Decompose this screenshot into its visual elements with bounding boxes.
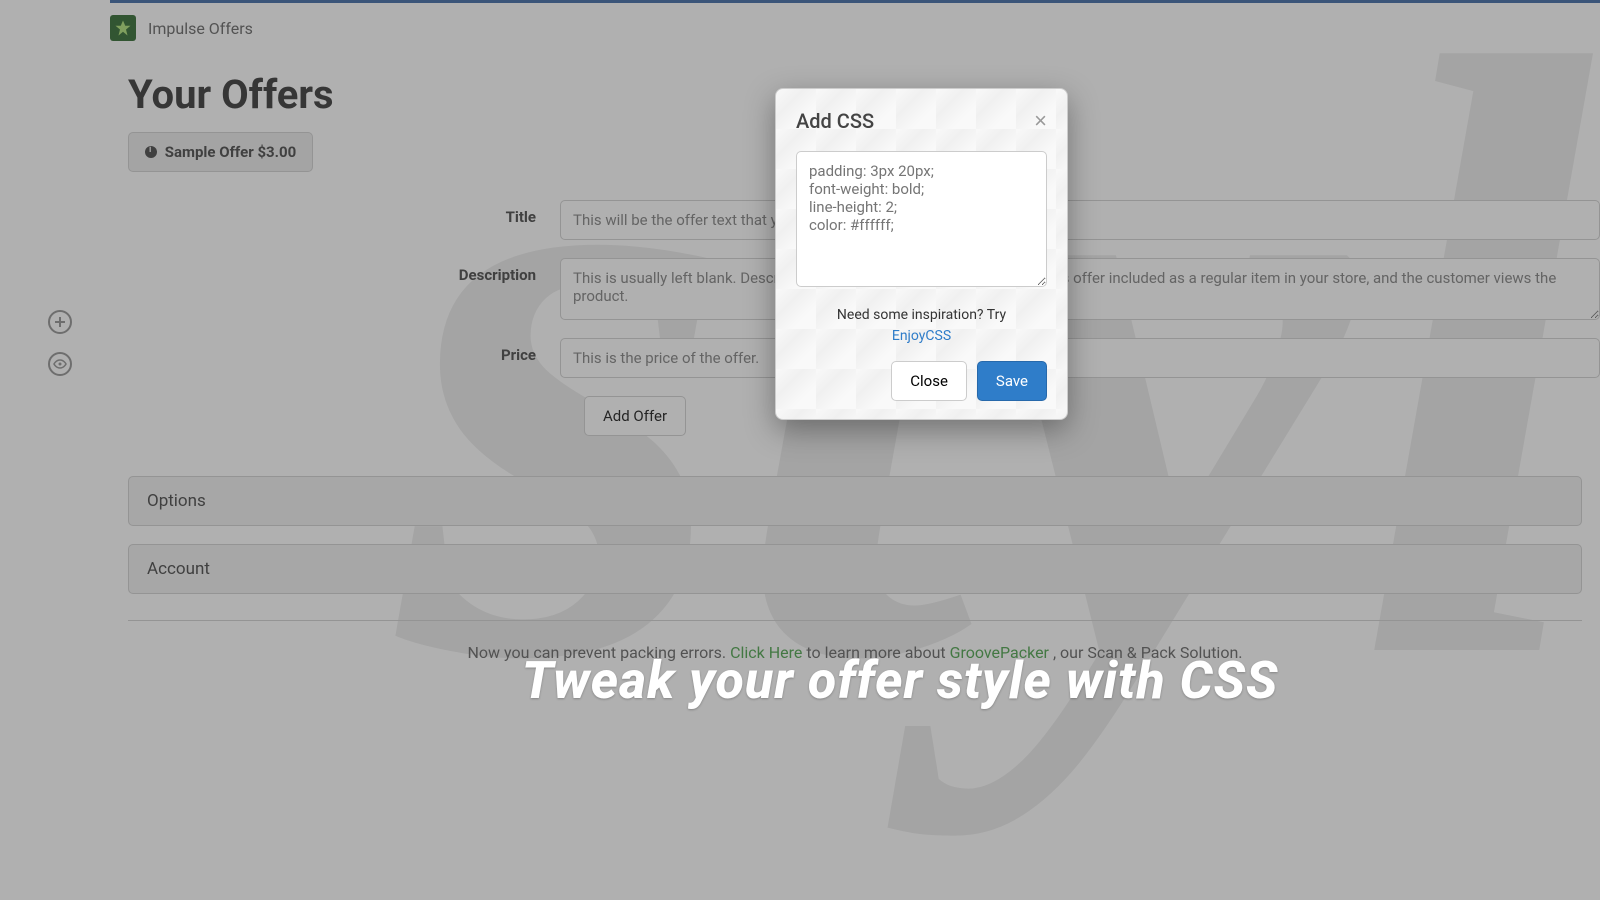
- close-icon[interactable]: ×: [1034, 110, 1047, 132]
- modal-title: Add CSS: [796, 109, 874, 133]
- add-css-modal: Add CSS × Need some inspiration? Try Enj…: [775, 88, 1068, 420]
- css-textarea[interactable]: [796, 151, 1047, 287]
- enjoycss-link[interactable]: EnjoyCSS: [892, 328, 951, 344]
- close-button[interactable]: Close: [891, 361, 967, 401]
- save-button[interactable]: Save: [977, 361, 1047, 401]
- modal-help: Need some inspiration? Try EnjoyCSS: [796, 305, 1047, 347]
